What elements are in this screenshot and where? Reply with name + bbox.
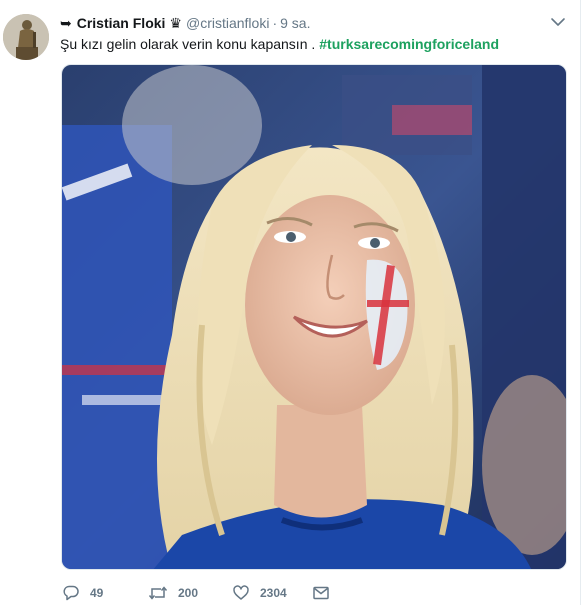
direct-message-action[interactable] — [312, 582, 342, 604]
avatar-statue-image — [3, 14, 49, 60]
tweet-header: ➥ Cristian Floki ♛ @cristianfloki · 9 sa. — [60, 13, 310, 33]
fan-photo-image — [62, 65, 566, 569]
reply-count: 49 — [90, 586, 104, 600]
like-count: 2304 — [260, 586, 287, 600]
retweet-icon — [148, 584, 168, 602]
chevron-down-icon[interactable] — [550, 14, 566, 30]
like-action[interactable]: 2304 — [232, 582, 312, 604]
tweet-card: ➥ Cristian Floki ♛ @cristianfloki · 9 sa. Şu … — [0, 0, 581, 605]
heart-icon — [232, 584, 250, 602]
hashtag-link[interactable]: #turksarecomingforiceland — [319, 36, 499, 52]
tweet-text: Şu kızı gelin olarak verin konu kapansın… — [60, 34, 499, 54]
crown-icon: ♛ — [169, 15, 182, 31]
tweet-photo[interactable] — [61, 64, 567, 570]
tweet-timestamp[interactable]: 9 sa. — [280, 15, 310, 31]
arrow-icon: ➥ — [60, 15, 72, 31]
tweet-body: Şu kızı gelin olarak verin konu kapansın… — [60, 36, 316, 52]
retweet-action[interactable]: 200 — [148, 582, 232, 604]
retweet-count: 200 — [178, 586, 199, 600]
separator-dot: · — [272, 15, 278, 31]
reply-action[interactable]: 49 — [62, 582, 148, 604]
envelope-icon — [312, 584, 330, 602]
author-handle[interactable]: @cristianfloki — [186, 15, 269, 31]
tweet-actions: 49 200 2304 — [62, 582, 342, 604]
author-name[interactable]: Cristian Floki — [77, 15, 166, 31]
reply-icon — [62, 584, 80, 602]
author-avatar[interactable] — [3, 14, 49, 60]
